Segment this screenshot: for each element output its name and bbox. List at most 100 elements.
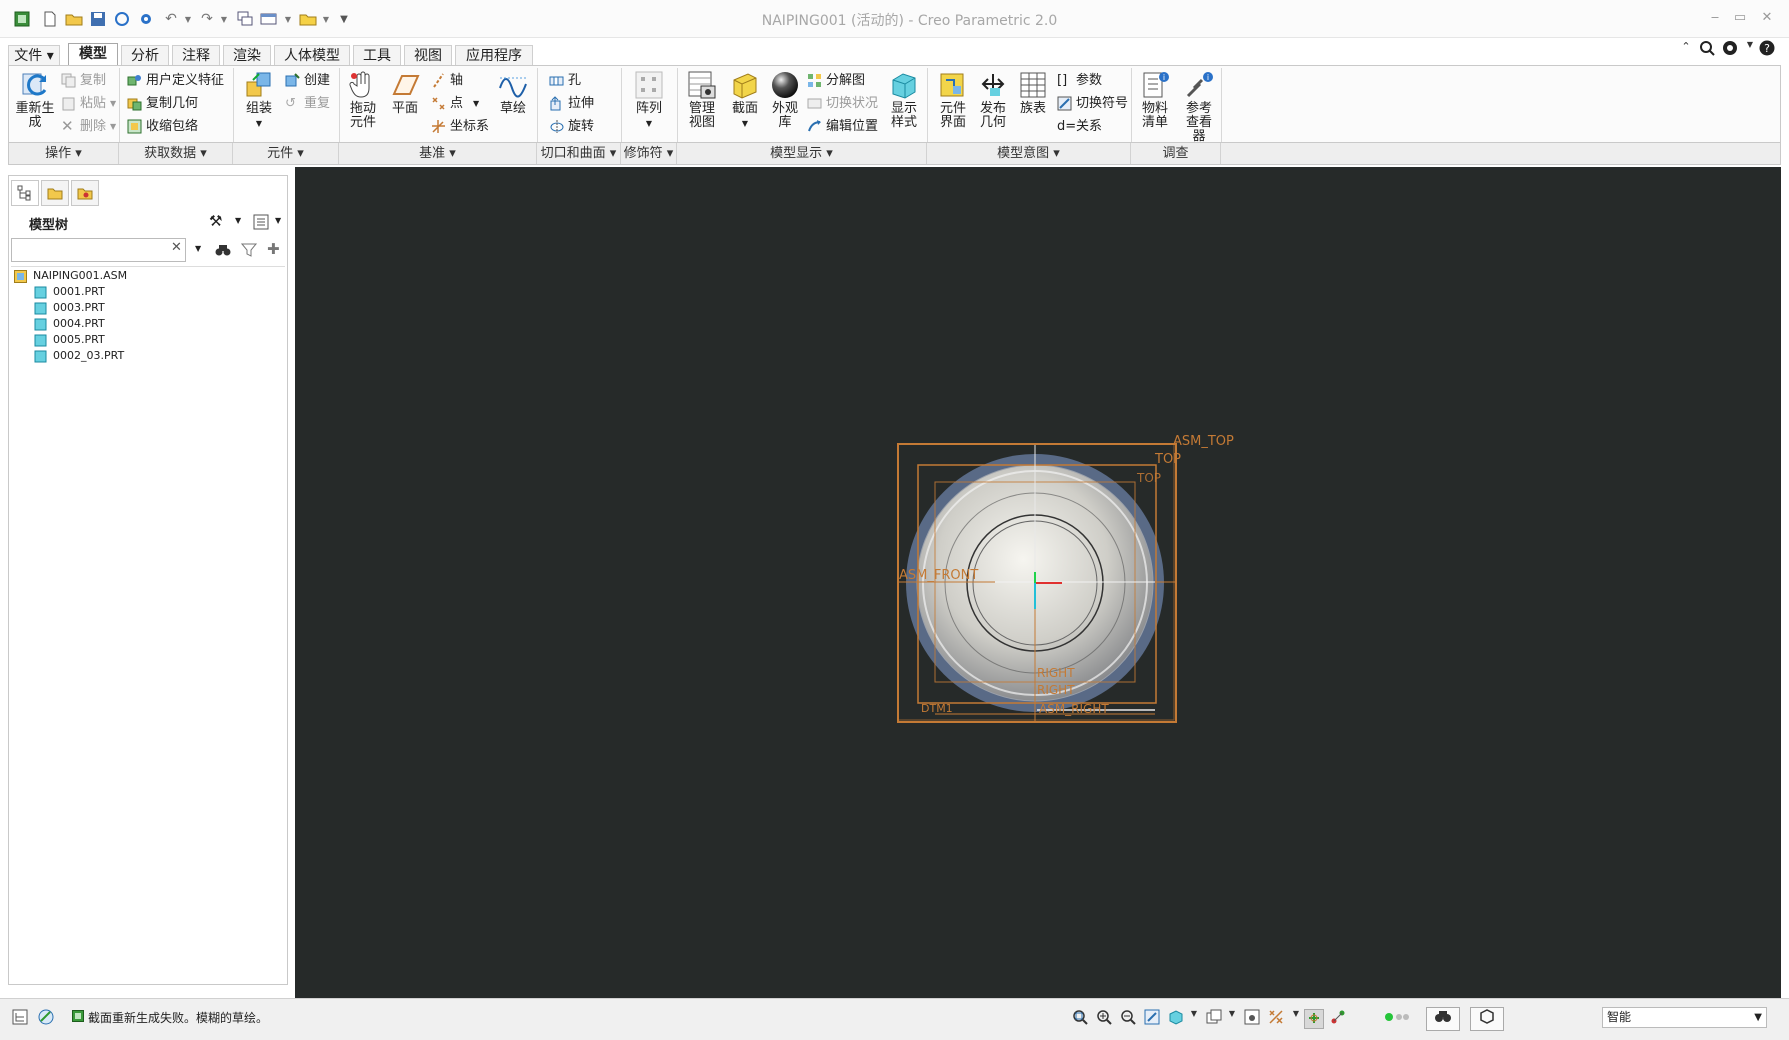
tree-item-root[interactable]: NAIPING001.ASM (14, 268, 127, 284)
component-interface-button[interactable]: 元件界面 (933, 70, 973, 130)
tree-item-part[interactable]: 0004.PRT (34, 316, 105, 332)
tab-model[interactable]: 模型 (68, 43, 118, 67)
saved-views-icon[interactable] (1204, 1009, 1224, 1029)
assemble-button[interactable]: 组装 ▼ (237, 70, 281, 131)
parameters-button[interactable]: [] 参数 (1057, 70, 1102, 91)
tab-file[interactable]: 文件 ▾ (8, 45, 60, 66)
datum-label-top[interactable]: TOP (1136, 471, 1161, 485)
spin-center-icon[interactable] (1304, 1009, 1324, 1029)
assemble-dropdown-icon[interactable]: ▼ (256, 119, 262, 128)
repaint-icon[interactable] (1142, 1009, 1162, 1029)
appearance-gallery-button[interactable]: 外观库 (765, 70, 805, 130)
tree-item-part[interactable]: 0005.PRT (34, 332, 105, 348)
copy-button[interactable]: 复制 (61, 70, 106, 91)
group-modifiers[interactable]: 修饰符 ▾ (621, 143, 677, 164)
selection-filter-select[interactable]: 智能 ▼ (1602, 1007, 1767, 1028)
search-icon[interactable] (1697, 40, 1717, 60)
tree-settings-icon[interactable]: ⚒ (209, 212, 222, 230)
zoom-in-icon[interactable] (1094, 1009, 1114, 1029)
point-dropdown-icon[interactable]: ▼ (473, 93, 479, 114)
extrude-button[interactable]: 拉伸 (549, 93, 594, 114)
datum-label-dtm[interactable]: DTM1 (921, 702, 953, 715)
family-table-button[interactable]: 族表 (1015, 70, 1051, 116)
pattern-button[interactable]: 阵列 ▼ (627, 70, 671, 131)
display-style-icon[interactable] (1166, 1009, 1186, 1029)
tab-tools[interactable]: 工具 (353, 45, 401, 66)
sketch-button[interactable]: 草绘 (493, 70, 533, 116)
tab-applications[interactable]: 应用程序 (455, 45, 533, 66)
group-component[interactable]: 元件 ▾ (233, 143, 339, 164)
tab-annotate[interactable]: 注释 (172, 45, 220, 66)
tree-item-part[interactable]: 0003.PRT (34, 300, 105, 316)
tree-settings-dropdown-icon[interactable]: ▼ (235, 216, 241, 225)
tab-analysis[interactable]: 分析 (121, 45, 169, 66)
zoom-out-icon[interactable] (1118, 1009, 1138, 1029)
datum-display-dropdown-icon[interactable]: ▼ (1286, 1009, 1306, 1029)
publish-geometry-button[interactable]: 发布几何 (973, 70, 1013, 130)
copy-geometry-button[interactable]: 复制几何 (127, 93, 198, 114)
annotation-display-icon[interactable] (1328, 1009, 1348, 1029)
tab-render[interactable]: 渲染 (223, 45, 271, 66)
tab-favorites[interactable] (71, 180, 99, 206)
collapse-ribbon-icon[interactable]: ⌃ (1676, 40, 1696, 60)
delete-dropdown-icon[interactable]: ▼ (110, 116, 116, 137)
section-button[interactable]: 截面 ▼ (725, 70, 765, 131)
group-investigate[interactable]: 调查 (1131, 143, 1221, 164)
tab-view[interactable]: 视图 (404, 45, 452, 66)
datum-label-asm-top[interactable]: ASM_TOP (1173, 434, 1234, 449)
paste-button[interactable]: 粘贴 ▼ (61, 93, 116, 114)
display-style-button[interactable]: 显示样式 (883, 70, 925, 130)
tree-show-dropdown-icon[interactable]: ▼ (275, 216, 281, 225)
group-operations[interactable]: 操作 ▾ (9, 143, 119, 164)
exploded-view-button[interactable]: 分解图 (807, 70, 865, 91)
regenerate-button[interactable]: 重新生成 (13, 70, 57, 130)
drag-component-button[interactable]: 拖动元件 (343, 70, 383, 130)
axis-button[interactable]: 轴 (431, 70, 463, 91)
group-get-data[interactable]: 获取数据 ▾ (119, 143, 233, 164)
edit-position-button[interactable]: 编辑位置 (807, 116, 878, 137)
community-icon[interactable] (1720, 40, 1740, 60)
datum-label-asm-right[interactable]: ASM_RIGHT (1039, 702, 1109, 716)
datum-display-icon[interactable] (1266, 1009, 1286, 1029)
maximize-icon[interactable]: ▭ (1730, 10, 1750, 28)
manage-views-button[interactable]: 管理视图 (681, 70, 723, 130)
switch-symbols-button[interactable]: 切换符号 (1057, 93, 1128, 114)
section-dropdown-icon[interactable]: ▼ (742, 119, 748, 128)
coordinate-system-button[interactable]: 坐标系 (431, 116, 489, 137)
datum-label-right[interactable]: RIGHT (1037, 666, 1075, 680)
find-button[interactable] (1426, 1007, 1460, 1031)
graphics-area[interactable]: ASM_TOP TOP TOP ASM_FRONT RIGHT RIGHT AS… (295, 167, 1781, 998)
tree-search-input[interactable] (11, 238, 186, 262)
show-navigator-icon[interactable] (10, 1009, 30, 1029)
group-cut-surface[interactable]: 切口和曲面 ▾ (537, 143, 621, 164)
tab-manikin[interactable]: 人体模型 (274, 45, 350, 66)
refit-icon[interactable] (1070, 1009, 1090, 1029)
datum-label-right[interactable]: RIGHT (1037, 683, 1075, 697)
hole-button[interactable]: 孔 (549, 70, 581, 91)
paste-dropdown-icon[interactable]: ▼ (110, 93, 116, 114)
display-style-dropdown-icon[interactable]: ▼ (1184, 1009, 1204, 1029)
find-icon[interactable] (215, 242, 231, 262)
reference-viewer-button[interactable]: i 参考查看器 (1177, 70, 1221, 144)
search-options-dropdown-icon[interactable]: ▼ (195, 244, 201, 253)
relations-button[interactable]: d= 关系 (1057, 116, 1102, 137)
shrinkwrap-button[interactable]: 收缩包络 (127, 116, 198, 137)
close-icon[interactable]: ✕ (1757, 10, 1777, 28)
plane-button[interactable]: 平面 (385, 70, 425, 116)
help-icon[interactable]: ? (1757, 40, 1777, 60)
user-defined-feature-button[interactable]: 用户定义特征 (127, 70, 224, 91)
show-browser-icon[interactable] (36, 1009, 56, 1029)
create-button[interactable]: 创建 (285, 70, 330, 91)
tab-folder-browser[interactable] (41, 180, 69, 206)
clear-search-icon[interactable]: ✕ (171, 240, 182, 255)
filter-icon[interactable] (240, 242, 258, 262)
repeat-button[interactable]: ↺ 重复 (285, 93, 330, 114)
delete-button[interactable]: ✕ 删除 ▼ (61, 116, 116, 137)
saved-views-dropdown-icon[interactable]: ▼ (1222, 1009, 1242, 1029)
toggle-status-button[interactable]: 切换状况 (807, 93, 878, 114)
group-model-display[interactable]: 模型显示 ▾ (677, 143, 927, 164)
model-box-button[interactable] (1470, 1007, 1504, 1031)
add-filter-icon[interactable]: ✚ (267, 240, 280, 258)
minimize-icon[interactable]: ‒ (1705, 10, 1725, 28)
group-datum[interactable]: 基准 ▾ (339, 143, 537, 164)
